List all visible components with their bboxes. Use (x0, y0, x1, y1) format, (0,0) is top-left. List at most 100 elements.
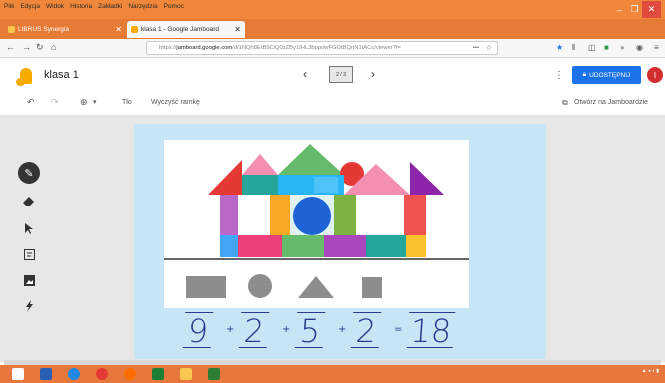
firefox-icon[interactable] (124, 368, 136, 380)
laser-tool-icon[interactable] (17, 294, 41, 318)
frame-thumbnail[interactable]: 2 / 3 (329, 66, 353, 83)
menu-item[interactable]: Plik (4, 3, 14, 10)
library-icon[interactable]: ⫴ (572, 43, 575, 53)
equation-number: 18 (406, 312, 456, 350)
menu-item[interactable]: Edycja (20, 3, 40, 10)
more-options-icon[interactable]: ⋮ (554, 70, 564, 81)
teal-block (366, 235, 406, 257)
equation-operator: + (338, 324, 347, 335)
equation-operator: = (394, 324, 403, 335)
lock-icon: 🔒︎ (582, 71, 587, 78)
tool-palette: ✎ (17, 162, 41, 322)
minimize-icon[interactable]: – (612, 1, 627, 18)
redo-icon[interactable]: ↷ (51, 97, 59, 108)
sidebar-icon[interactable]: ◫ (588, 43, 596, 52)
next-frame-icon[interactable]: › (371, 67, 375, 81)
gray-triangle-shape (298, 276, 334, 298)
orange-block (270, 195, 290, 237)
window-gap (238, 195, 270, 235)
frame-counter: 2 / 3 (336, 71, 346, 78)
blue-block (314, 177, 338, 193)
equation-operator: + (282, 324, 291, 335)
pink-triangle-block (242, 154, 278, 175)
url-path: /d/1NQh8EtB9CiQ0zZBy1IHL3bppowFGOtBQnN1t… (232, 45, 401, 51)
jam-title[interactable]: klasa 1 (44, 69, 79, 81)
url-prefix: https:// (159, 45, 177, 51)
file-explorer-icon[interactable] (180, 368, 192, 380)
open-in-jamboard-link[interactable]: Otwórz na Jamboardzie (574, 99, 648, 106)
account-icon[interactable]: ◉ (636, 43, 643, 52)
background-button[interactable]: Tło (122, 99, 132, 106)
image-tool-icon[interactable] (17, 268, 41, 292)
close-tab-icon[interactable]: ✕ (115, 25, 122, 34)
share-label: UDOSTĘPNIJ (589, 71, 631, 79)
close-tab-icon[interactable]: ✕ (234, 25, 241, 34)
select-tool-icon[interactable] (17, 216, 41, 240)
eraser-tool-icon[interactable] (17, 190, 41, 214)
back-icon[interactable]: ← (6, 42, 15, 52)
menu-item[interactable]: Widok (46, 3, 64, 10)
bookmark-star-filled-icon[interactable]: ★ (556, 43, 563, 52)
equation-operator: + (226, 324, 235, 335)
menu-item[interactable]: Narzędzia (128, 3, 157, 10)
blue-block (220, 235, 238, 257)
sticky-note-icon[interactable] (17, 242, 41, 266)
gray-circle-shape (248, 274, 272, 298)
edge-icon[interactable] (68, 368, 80, 380)
close-window-icon[interactable]: ✕ (642, 1, 661, 18)
home-icon[interactable]: ⌂ (51, 42, 56, 52)
tab-jamboard[interactable]: klasa 1 - Google Jamboard ✕ (127, 21, 245, 38)
equation-number: 2 (350, 312, 382, 350)
blocks-illustration (164, 144, 469, 298)
address-bar[interactable]: https://jamboard.google.com/d/1NQh8EtB9C… (146, 41, 498, 55)
menu-item[interactable]: Historia (70, 3, 92, 10)
teal-block (242, 175, 278, 195)
tray-icons: ▲ ◂ ◖ ▮ (641, 368, 659, 374)
green-block (282, 235, 324, 257)
open-in-jamboard-icon[interactable]: ⧉ (562, 98, 568, 108)
green-triangle-block (278, 144, 344, 175)
worksheet-image[interactable] (164, 140, 469, 308)
purple-block (220, 195, 238, 237)
pink-block (238, 235, 282, 257)
maximize-icon[interactable]: ❐ (627, 1, 642, 18)
equation-number: 2 (238, 312, 270, 350)
excel-icon[interactable] (152, 368, 164, 380)
avatar[interactable]: I (647, 67, 663, 83)
red-triangle-block (208, 160, 242, 195)
share-button[interactable]: 🔒︎ UDOSTĘPNIJ (572, 66, 641, 84)
chrome-icon[interactable] (96, 368, 108, 380)
tab-title: klasa 1 - Google Jamboard (141, 26, 220, 33)
menu-item[interactable]: Zakładki (98, 3, 122, 10)
menu-bar: Plik Edycja Widok Historia Zakładki Narzędzia… (0, 0, 665, 19)
undo-icon[interactable]: ↶ (27, 97, 35, 108)
reload-icon[interactable]: ↻ (36, 42, 44, 53)
extension-icon[interactable]: ● (620, 43, 625, 52)
equation-number: 5 (294, 312, 326, 350)
pen-tool-icon[interactable]: ✎ (18, 162, 40, 184)
tab-librus[interactable]: LIBRUS Synergia ✕ (4, 21, 126, 38)
extension-check-icon[interactable]: ■ (604, 43, 609, 52)
system-tray: ▲ ◂ ◖ ▮ (642, 368, 659, 374)
yellow-block (406, 235, 426, 257)
app-icon[interactable] (208, 368, 220, 380)
handwritten-equation: 9 +2 +5 +2 = 18 (182, 310, 456, 356)
windows-taskbar: ▲ ◂ ◖ ▮ (0, 365, 665, 383)
clear-frame-button[interactable]: Wyczyść ramkę (151, 99, 200, 106)
hamburger-menu-icon[interactable]: ≡ (654, 43, 659, 52)
blue-circle-block (293, 197, 331, 235)
page-actions-icon[interactable]: ••• (473, 45, 479, 51)
zoom-icon[interactable]: ⊕ (80, 97, 88, 108)
forward-icon[interactable]: → (22, 42, 31, 52)
jamboard-header: klasa 1 ‹ 2 / 3 › ⋮ 🔒︎ UDOSTĘPNIJ I (0, 58, 665, 94)
zoom-dropdown-icon[interactable]: ▾ (93, 98, 97, 106)
start-windows-icon[interactable] (12, 368, 24, 380)
equation-number: 9 (182, 312, 214, 350)
librus-favicon-icon (8, 26, 15, 33)
purple-block (324, 235, 366, 257)
previous-frame-icon[interactable]: ‹ (303, 67, 307, 81)
word-icon[interactable] (40, 368, 52, 380)
url-domain: jamboard.google.com (176, 45, 233, 51)
menu-item[interactable]: Pomoc (164, 3, 184, 10)
bookmark-star-icon[interactable]: ☆ (486, 44, 492, 52)
